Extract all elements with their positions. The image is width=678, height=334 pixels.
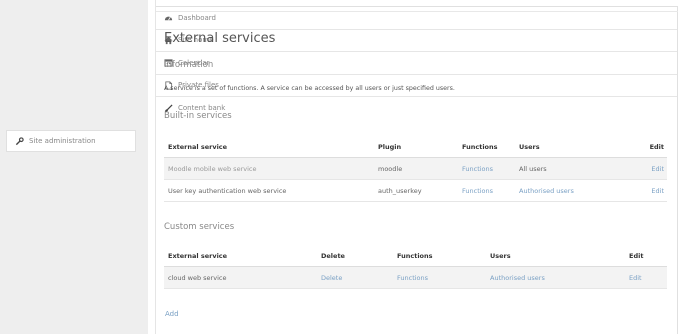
custom-services-heading: Custom services bbox=[164, 222, 235, 232]
builtin-services-table: External service Plugin Functions Users … bbox=[164, 136, 667, 202]
nav-admin-card: Site administration bbox=[6, 130, 136, 152]
functions-link[interactable]: Functions bbox=[397, 267, 428, 289]
col-plugin: Plugin bbox=[378, 143, 402, 151]
col-users: Users bbox=[519, 143, 540, 151]
builtin-services-heading: Built-in services bbox=[164, 111, 232, 121]
delete-link[interactable]: Delete bbox=[321, 267, 342, 289]
table-row: cloud web service Delete Functions Autho… bbox=[164, 267, 667, 289]
service-name: Moodle mobile web service bbox=[168, 165, 257, 173]
col-users: Users bbox=[490, 252, 511, 260]
edit-link[interactable]: Edit bbox=[629, 267, 642, 289]
add-service-link[interactable]: Add bbox=[165, 310, 179, 318]
sidebar bbox=[0, 0, 148, 334]
edit-link[interactable]: Edit bbox=[634, 158, 664, 180]
main-content: External services Information A service … bbox=[155, 0, 678, 334]
service-name: User key authentication web service bbox=[168, 187, 287, 195]
users-link[interactable]: Authorised users bbox=[490, 267, 545, 289]
wrench-icon bbox=[15, 136, 24, 146]
functions-link[interactable]: Functions bbox=[462, 158, 493, 180]
plugin-name: moodle bbox=[378, 165, 403, 173]
users-value: All users bbox=[519, 165, 547, 173]
custom-services-table: External service Delete Functions Users … bbox=[164, 245, 667, 289]
information-heading: Information bbox=[164, 60, 214, 70]
col-external-service: External service bbox=[168, 143, 228, 151]
sidebar-item-label: Site administration bbox=[29, 137, 96, 145]
col-delete: Delete bbox=[321, 252, 345, 260]
col-edit: Edit bbox=[629, 252, 644, 260]
page-title: External services bbox=[164, 31, 276, 46]
plugin-name: auth_userkey bbox=[378, 187, 422, 195]
sidebar-item-site-administration[interactable]: Site administration bbox=[7, 131, 135, 151]
users-link[interactable]: Authorised users bbox=[519, 180, 574, 202]
edit-link[interactable]: Edit bbox=[634, 180, 664, 202]
col-functions: Functions bbox=[462, 143, 498, 151]
table-row: Moodle mobile web service moodle Functio… bbox=[164, 158, 667, 180]
col-external-service: External service bbox=[168, 252, 228, 260]
functions-link[interactable]: Functions bbox=[462, 180, 493, 202]
col-functions: Functions bbox=[397, 252, 433, 260]
table-header: External service Plugin Functions Users … bbox=[164, 136, 667, 158]
table-header: External service Delete Functions Users … bbox=[164, 245, 667, 267]
divider bbox=[156, 11, 678, 12]
table-row: User key authentication web service auth… bbox=[164, 180, 667, 202]
service-description: A service is a set of functions. A servi… bbox=[164, 85, 455, 92]
col-edit: Edit bbox=[649, 143, 664, 151]
service-name: cloud web service bbox=[168, 274, 227, 282]
